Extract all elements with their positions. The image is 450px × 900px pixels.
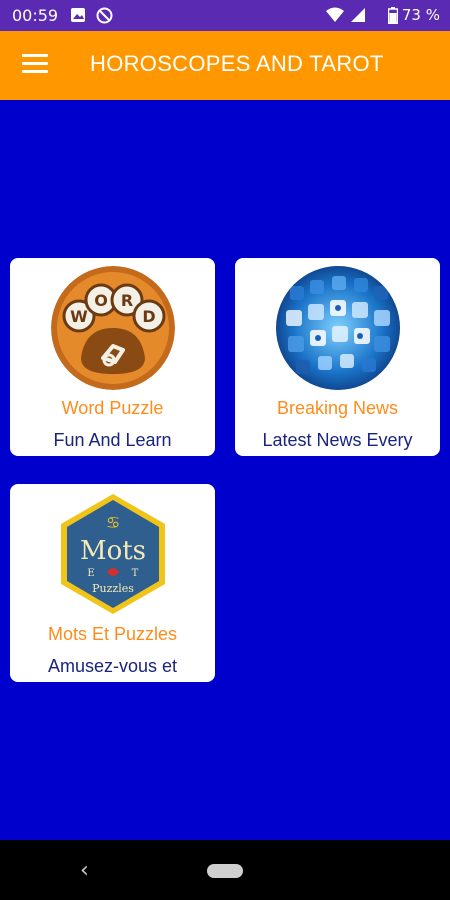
app-card-title: Breaking News	[276, 398, 399, 418]
word-paw-icon: W O R D	[51, 266, 175, 390]
app-card-title: Word Puzzle	[61, 398, 164, 418]
back-chevron-icon[interactable]: ‹	[80, 858, 89, 883]
battery-percent: 73 %	[401, 6, 440, 24]
app-bar: HOROSCOPES AND TAROT	[0, 31, 450, 100]
battery-icon	[387, 7, 399, 28]
app-card-subtitle: Latest News Every	[262, 430, 413, 450]
page-title: HOROSCOPES AND TAROT	[90, 51, 384, 76]
status-bar: 00:59 73 %	[0, 0, 450, 31]
hamburger-menu-icon[interactable]	[22, 54, 48, 76]
svg-text:O: O	[94, 291, 108, 310]
mots-logo-subtext: Puzzles	[92, 582, 134, 595]
svg-text:♋: ♋	[106, 513, 120, 532]
social-media-icons-image	[276, 266, 400, 390]
home-pill-icon[interactable]	[207, 864, 243, 878]
mots-puzzles-icon: ♋ Mots E T Puzzles	[51, 492, 175, 616]
app-card-mots-et-puzzles[interactable]: ♋ Mots E T Puzzles Mots Et Puzzles Amuse…	[10, 484, 215, 682]
svg-text:E: E	[87, 568, 94, 579]
do-not-disturb-icon	[96, 7, 113, 28]
svg-text:W: W	[70, 307, 88, 326]
image-icon	[70, 7, 86, 27]
svg-text:T: T	[132, 568, 139, 579]
app-grid: W O R D Word Puzzle Fun And Learn Breaki…	[0, 100, 450, 840]
app-card-title: Mots Et Puzzles	[47, 624, 178, 644]
app-card-subtitle: Fun And Learn	[53, 430, 172, 450]
app-card-word-puzzle[interactable]: W O R D Word Puzzle Fun And Learn	[10, 258, 215, 456]
app-card-breaking-news[interactable]: Breaking News Latest News Every	[235, 258, 440, 456]
status-time: 00:59	[12, 6, 59, 25]
signal-icon	[350, 7, 366, 27]
mots-logo-text: Mots	[80, 536, 146, 566]
svg-text:D: D	[142, 307, 155, 326]
svg-text:R: R	[121, 291, 133, 310]
system-nav-bar: ‹	[0, 840, 450, 900]
app-card-subtitle: Amusez-vous et	[47, 656, 178, 676]
wifi-icon	[326, 7, 344, 27]
